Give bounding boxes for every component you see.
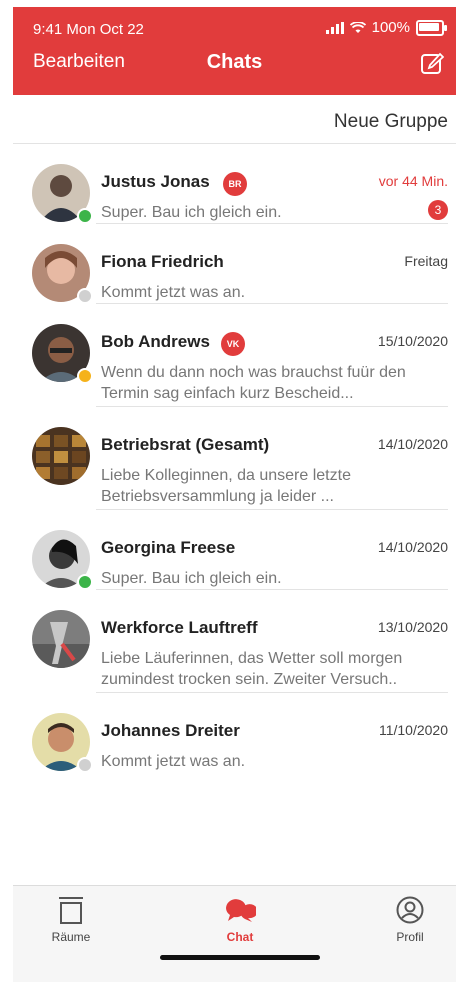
chat-name: Georgina Freese [101, 538, 236, 557]
home-indicator[interactable] [160, 955, 320, 960]
online-status-dot [77, 208, 93, 224]
chat-preview: Liebe Kolleginnen, da unsere letzte Betr… [101, 467, 351, 505]
chat-row-fiona-friedrich[interactable]: Fiona Friedrich Freitag Kommt jetzt was … [13, 224, 456, 304]
rooms-icon [59, 897, 83, 924]
status-bar-right: 100% [325, 19, 447, 36]
away-status-dot [77, 368, 93, 384]
chat-name: Johannes Dreiter [101, 721, 240, 740]
compose-icon[interactable] [420, 51, 444, 75]
chat-row-bob-andrews[interactable]: Bob Andrews VK 15/10/2020 Wenn du dann n… [13, 304, 456, 407]
chat-name: Justus Jonas [101, 172, 210, 191]
new-group-row: Neue Gruppe [13, 95, 456, 144]
chat-preview: Kommt jetzt was an. [101, 753, 246, 770]
header: 9:41 Mon Oct 22 100% Bearbeiten Chats [13, 7, 456, 95]
chat-preview: Super. Bau ich gleich ein. [101, 204, 282, 221]
chat-date: 11/10/2020 [378, 722, 448, 738]
online-status-dot [77, 574, 93, 590]
chat-date: 13/10/2020 [377, 619, 448, 635]
profile-icon [396, 896, 424, 924]
tab-profile[interactable]: Profil [365, 896, 455, 944]
battery-percent: 100% [371, 19, 410, 36]
chat-icon [226, 899, 256, 922]
chat-date: 14/10/2020 [377, 436, 448, 452]
chat-name: Werkforce Lauftreff [101, 618, 258, 637]
battery-icon [416, 19, 447, 36]
chat-row-georgina-freese[interactable]: Georgina Freese 14/10/2020 Super. Bau ic… [13, 510, 456, 590]
chat-row-justus-jonas[interactable]: Justus Jonas BR vor 44 Min. Super. Bau i… [13, 144, 456, 224]
status-time: 9:41 Mon Oct 22 [33, 21, 144, 38]
chat-preview: Liebe Läuferinnen, das Wetter soll morge… [101, 650, 403, 688]
wifi-icon [349, 21, 366, 33]
chat-row-werkforce-lauftreff[interactable]: Werkforce Lauftreff 13/10/2020 Liebe Läu… [13, 590, 456, 693]
chat-name: Bob Andrews [101, 332, 210, 351]
chat-list: Justus Jonas BR vor 44 Min. Super. Bau i… [13, 144, 456, 773]
chat-preview: Super. Bau ich gleich ein. [101, 570, 282, 587]
tab-label: Chat [226, 930, 254, 944]
avatar [32, 427, 90, 485]
chat-row-johannes-dreiter[interactable]: Johannes Dreiter 11/10/2020 Kommt jetzt … [13, 693, 456, 773]
offline-status-dot [77, 288, 93, 304]
chat-name: Fiona Friedrich [101, 252, 224, 271]
avatar [32, 610, 90, 668]
chat-date: 14/10/2020 [377, 539, 448, 555]
chat-date: vor 44 Min. [378, 173, 448, 189]
chat-preview: Wenn du dann noch was brauchst fuür den … [101, 364, 406, 402]
role-badge: VK [221, 332, 245, 356]
chat-date: 15/10/2020 [377, 333, 448, 349]
role-badge: BR [223, 172, 247, 196]
unread-count-badge: 3 [428, 200, 448, 220]
signal-icon [325, 21, 344, 34]
new-group-button[interactable]: Neue Gruppe [334, 111, 448, 133]
chat-name: Betriebsrat (Gesamt) [101, 435, 270, 454]
page-title: Chats [206, 51, 263, 73]
tab-rooms[interactable]: Räume [26, 896, 116, 944]
tab-label: Räume [51, 930, 91, 944]
tab-label: Profil [396, 930, 424, 944]
chat-preview: Kommt jetzt was an. [101, 284, 246, 301]
chat-row-betriebsrat[interactable]: Betriebsrat (Gesamt) 14/10/2020 Liebe Ko… [13, 407, 456, 510]
offline-status-dot [77, 757, 93, 773]
tab-bar: Räume Chat Profil [13, 885, 456, 982]
chat-date: Freitag [404, 253, 448, 269]
screen: 9:41 Mon Oct 22 100% Bearbeiten Chats Ne… [13, 7, 456, 982]
tab-chat[interactable]: Chat [195, 896, 285, 944]
